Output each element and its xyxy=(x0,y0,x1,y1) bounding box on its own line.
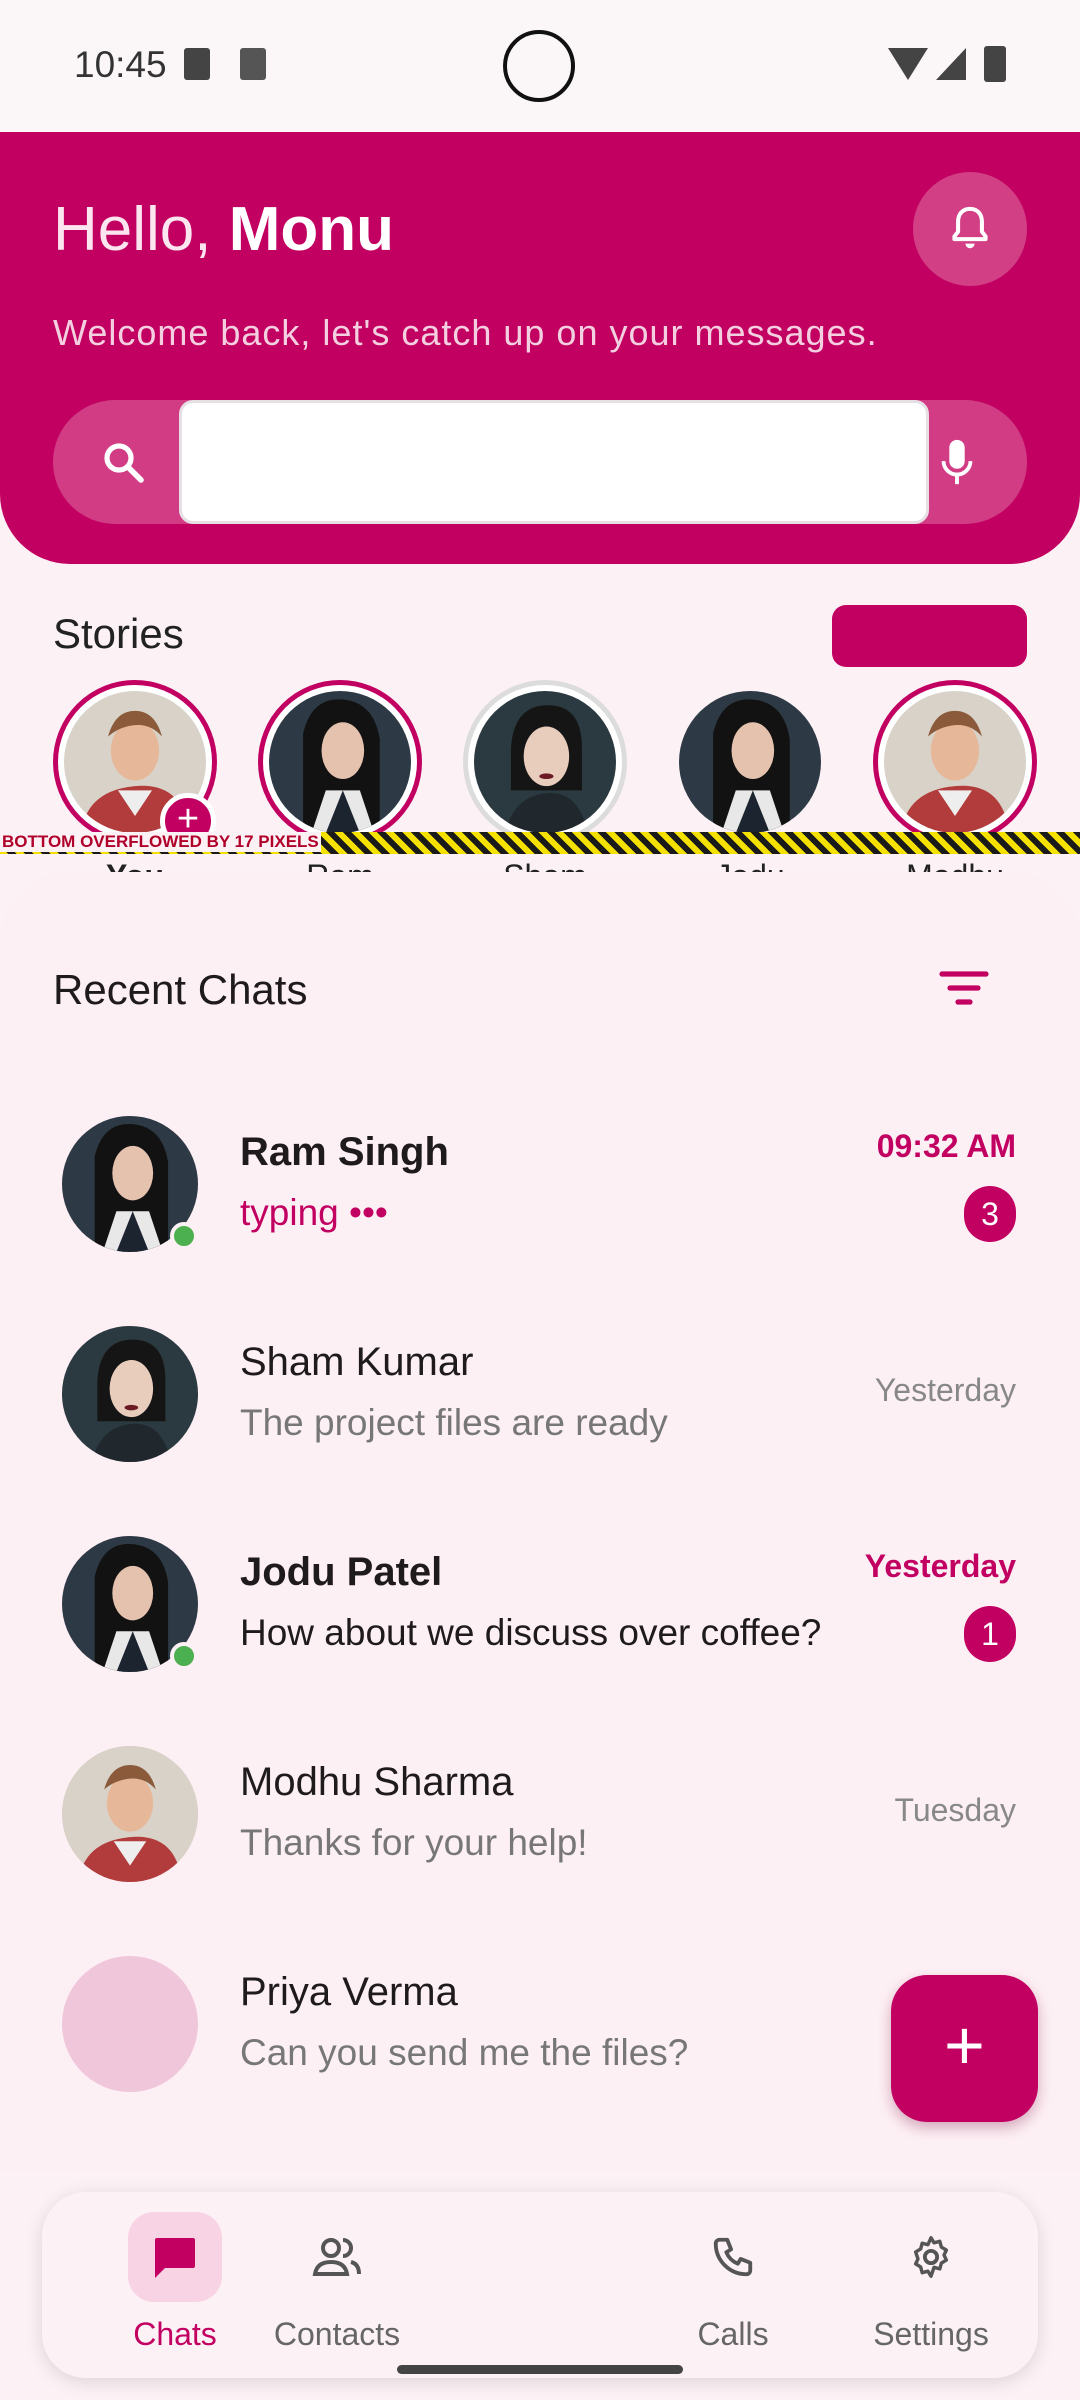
header: Hello, Monu Welcome back, let's catch up… xyxy=(0,132,1080,564)
bottom-navigation: Chats Contacts Calls Settings xyxy=(42,2192,1038,2378)
nav-label: Contacts xyxy=(273,2316,401,2352)
overflow-warning: BOTTOM OVERFLOWED BY 17 PIXELS xyxy=(0,832,1080,854)
new-chat-button[interactable]: + xyxy=(891,1975,1038,2122)
chat-last-message: How about we discuss over coffee? xyxy=(240,1612,822,1653)
chat-item-sham-kumar[interactable]: Sham Kumar The project files are ready Y… xyxy=(0,1326,1080,1536)
avatar xyxy=(474,691,616,833)
avatar xyxy=(679,691,821,833)
nav-label: Settings xyxy=(873,2316,989,2352)
chat-last-message: Thanks for your help! xyxy=(240,1822,588,1863)
chat-item-ram-singh[interactable]: Ram Singh typing ••• 09:32 AM 3 xyxy=(0,1116,1080,1326)
avatar xyxy=(62,1326,198,1462)
nav-icon-container xyxy=(290,2212,384,2302)
chat-item-jodu-patel[interactable]: Jodu Patel How about we discuss over cof… xyxy=(0,1536,1080,1746)
avatar xyxy=(884,691,1026,833)
nav-label: Chats xyxy=(133,2316,217,2352)
sd-card-icon xyxy=(184,48,210,80)
nav-contacts[interactable]: Contacts xyxy=(252,2212,422,2353)
nav-icon-container xyxy=(884,2212,978,2302)
gear-icon xyxy=(913,2236,949,2278)
camera-cutout xyxy=(503,30,575,102)
signal-icon xyxy=(936,48,966,80)
chat-name: Jodu Patel xyxy=(240,1550,443,1594)
search-bar xyxy=(53,400,1027,524)
story-ring xyxy=(258,680,422,844)
online-indicator xyxy=(170,1642,198,1670)
chat-name: Modhu Sharma xyxy=(240,1760,514,1804)
nav-settings[interactable]: Settings xyxy=(846,2212,1016,2353)
contacts-icon xyxy=(312,2238,361,2276)
chat-last-message: Can you send me the files? xyxy=(240,2032,689,2073)
status-time: 10:45 xyxy=(74,44,167,85)
overflow-text: BOTTOM OVERFLOWED BY 17 PIXELS xyxy=(0,832,321,852)
unread-badge: 1 xyxy=(964,1606,1016,1662)
story-ring xyxy=(668,680,832,844)
avatar-placeholder xyxy=(62,1956,198,2092)
greeting: Hello, Monu xyxy=(53,194,394,265)
unread-badge: 3 xyxy=(964,1186,1016,1242)
chat-time: Yesterday xyxy=(864,1548,1016,1584)
chat-time: Tuesday xyxy=(894,1792,1016,1828)
story-ring: + xyxy=(53,680,217,849)
filter-icon[interactable] xyxy=(938,968,990,1008)
chat-last-message: The project files are ready xyxy=(240,1402,668,1443)
user-name: Monu xyxy=(228,195,395,264)
bell-icon xyxy=(952,206,988,249)
status-bar: 10:45 xyxy=(0,0,1080,132)
story-ring xyxy=(463,680,627,844)
recent-chats-title: Recent Chats xyxy=(53,966,308,1013)
chat-name: Priya Verma xyxy=(240,1970,458,2014)
phone-icon xyxy=(713,2237,753,2277)
greeting-prefix: Hello, xyxy=(53,195,229,264)
chat-item-modhu-sharma[interactable]: Modhu Sharma Thanks for your help! Tuesd… xyxy=(0,1746,1080,1956)
search-input[interactable] xyxy=(179,400,929,524)
search-icon[interactable] xyxy=(99,438,147,486)
story-ring xyxy=(873,680,1037,844)
avatar xyxy=(62,1746,198,1882)
nav-label: Calls xyxy=(697,2316,769,2352)
chat-icon xyxy=(155,2238,195,2278)
avatar xyxy=(269,691,411,833)
chat-name: Ram Singh xyxy=(240,1130,449,1174)
chat-name: Sham Kumar xyxy=(240,1340,474,1384)
home-indicator[interactable] xyxy=(397,2365,683,2374)
nav-calls[interactable]: Calls xyxy=(648,2212,818,2353)
typing-indicator: typing ••• xyxy=(240,1192,388,1233)
stories-title: Stories xyxy=(53,610,184,657)
chat-time: Yesterday xyxy=(874,1372,1016,1408)
chat-time: 09:32 AM xyxy=(876,1128,1016,1164)
wifi-icon xyxy=(888,48,928,80)
keyboard-icon xyxy=(240,48,266,80)
online-indicator xyxy=(170,1222,198,1250)
battery-icon xyxy=(984,46,1006,82)
stories-view-all-button[interactable] xyxy=(832,605,1027,667)
nav-icon-container xyxy=(128,2212,222,2302)
welcome-text: Welcome back, let's catch up on your mes… xyxy=(53,312,878,353)
notifications-button[interactable] xyxy=(913,172,1027,286)
nav-icon-container xyxy=(686,2212,780,2302)
nav-chats[interactable]: Chats xyxy=(90,2212,260,2353)
mic-icon[interactable] xyxy=(937,438,977,488)
